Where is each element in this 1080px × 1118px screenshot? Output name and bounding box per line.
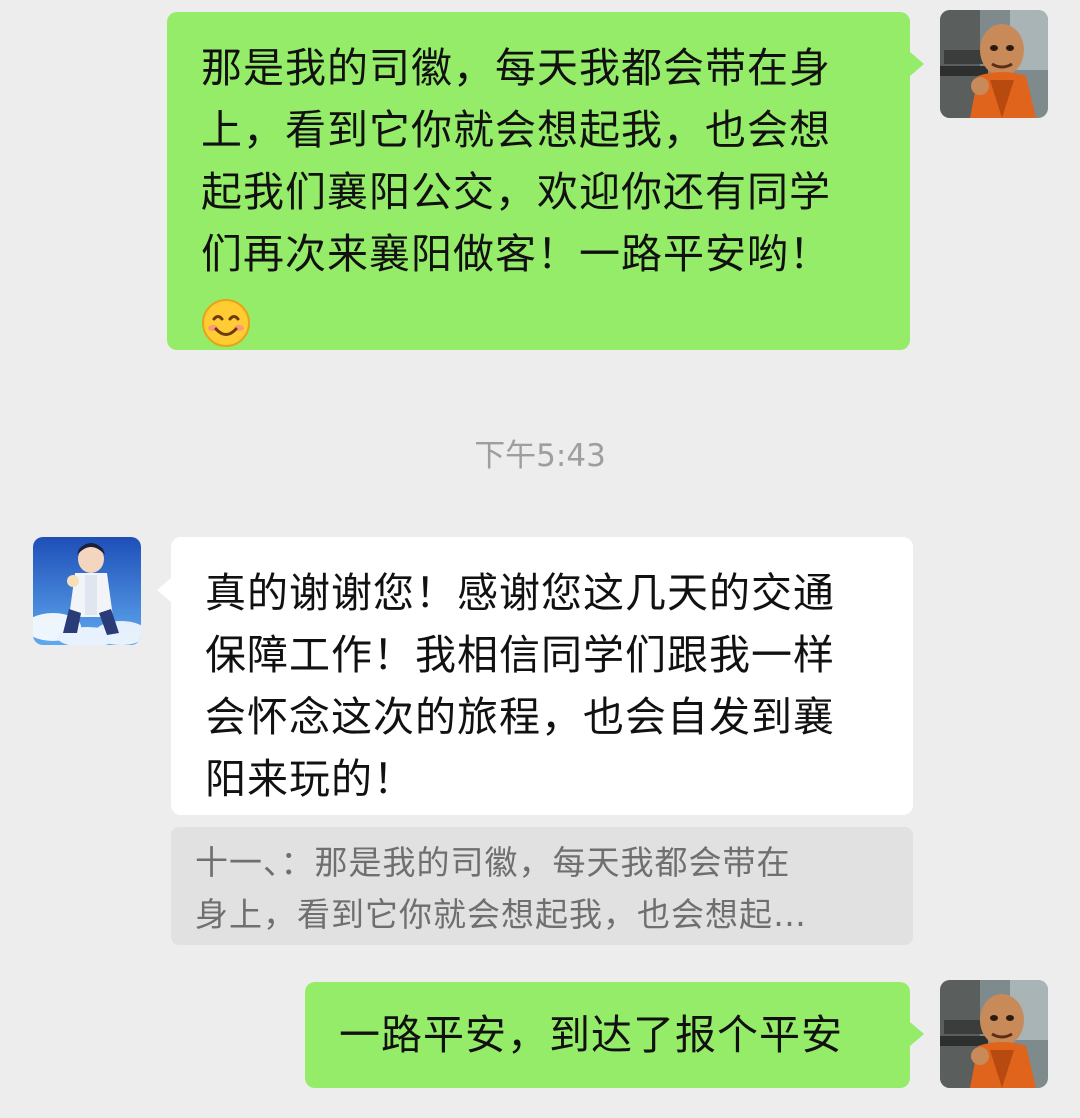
my-avatar[interactable] xyxy=(940,980,1048,1088)
message-line: 阳来玩的！ xyxy=(205,755,415,803)
bubble-tail xyxy=(157,578,171,602)
message-line: 起我们襄阳公交，欢迎你还有同学 xyxy=(201,168,831,216)
quote-line: 身上，看到它你就会想起我，也会想起… xyxy=(195,895,807,934)
bubble-tail xyxy=(910,52,924,76)
message-line: 上，看到它你就会想起我，也会想 xyxy=(201,106,831,154)
message-bubble-outgoing[interactable]: 那是我的司徽，每天我都会带在身 上，看到它你就会想起我，也会想 起我们襄阳公交，… xyxy=(167,12,910,350)
message-line: 一路平安，到达了报个平安 xyxy=(339,1011,843,1059)
quote-line: 十一、：那是我的司徽，每天我都会带在 xyxy=(195,843,791,882)
anime-boy-blue-sky-icon xyxy=(33,537,141,645)
message-line: 会怀念这次的旅程，也会自发到襄 xyxy=(205,693,835,741)
contact-avatar[interactable] xyxy=(33,537,141,645)
message-line: 们再次来襄阳做客！一路平安哟！ xyxy=(201,230,831,278)
smiling-face-emoji-icon xyxy=(201,298,251,348)
message-bubble-outgoing[interactable]: 一路平安，到达了报个平安 xyxy=(305,982,910,1088)
message-line: 保障工作！我相信同学们跟我一样 xyxy=(205,631,835,679)
message-line: 真的谢谢您！感谢您这几天的交通 xyxy=(205,569,835,617)
message-timestamp: 下午5:43 xyxy=(474,438,606,474)
my-avatar[interactable] xyxy=(940,10,1048,118)
bubble-tail xyxy=(910,1022,924,1046)
orange-robed-character-icon xyxy=(940,10,1048,118)
message-bubble-incoming[interactable]: 真的谢谢您！感谢您这几天的交通 保障工作！我相信同学们跟我一样 会怀念这次的旅程… xyxy=(171,537,913,815)
orange-robed-character-icon xyxy=(940,980,1048,1088)
quoted-message[interactable]: 十一、：那是我的司徽，每天我都会带在 身上，看到它你就会想起我，也会想起… xyxy=(171,827,913,945)
message-line: 那是我的司徽，每天我都会带在身 xyxy=(201,44,831,92)
